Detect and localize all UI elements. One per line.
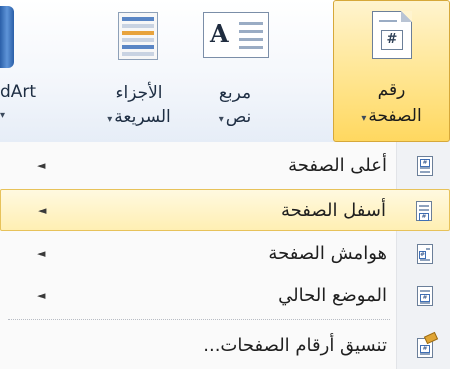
menu-item-bottom-of-page[interactable]: # أسفل الصفحة ◄: [0, 189, 450, 231]
quick-parts-label-text: السريعة: [114, 107, 171, 127]
menu-separator: [8, 319, 390, 320]
quick-parts-label-line1: الأجزاء: [115, 83, 163, 103]
menu-item-current-position[interactable]: # الموضع الحالي ◄: [0, 275, 450, 317]
page-bottom-icon: #: [412, 199, 436, 223]
menu-item-label: أسفل الصفحة: [280, 200, 386, 221]
quick-parts-icon: [118, 12, 158, 60]
page-number-label-text: الصفحة: [368, 106, 422, 126]
chevron-down-icon: ▾: [0, 110, 6, 121]
submenu-arrow-icon: ◄: [38, 204, 47, 217]
text-box-label-line2: نص▾: [193, 106, 277, 131]
menu-item-page-margins[interactable]: # هوامش الصفحة ◄: [0, 233, 450, 275]
page-number-icon-hash: #: [381, 30, 403, 50]
quick-parts-button[interactable]: الأجزاء السريعة▾: [88, 0, 190, 142]
page-number-menu: # أعلى الصفحة ◄ # أسفل الصفحة ◄ # هوامش …: [0, 142, 450, 369]
text-box-label-text: نص: [225, 107, 252, 127]
page-number-label-line1: رقم: [377, 80, 406, 100]
chevron-down-icon: ▾: [361, 113, 367, 124]
menu-item-label: الموضع الحالي: [278, 285, 387, 306]
quick-parts-label-line2: السريعة▾: [88, 106, 190, 131]
menu-item-label: أعلى الصفحة: [288, 155, 387, 176]
page-top-icon: #: [413, 154, 437, 178]
submenu-arrow-icon: ◄: [37, 289, 46, 302]
page-number-icon: #: [372, 11, 412, 59]
menu-item-label: هوامش الصفحة: [268, 243, 387, 264]
menu-item-format-page-numbers[interactable]: # تنسيق أرقام الصفحات...: [0, 325, 450, 367]
chevron-down-icon: ▾: [218, 114, 224, 125]
submenu-arrow-icon: ◄: [37, 159, 46, 172]
chevron-down-icon: ▾: [107, 114, 113, 125]
text-box-button[interactable]: A مربع نص▾: [193, 0, 277, 142]
text-box-icon-letter: A: [210, 19, 229, 48]
submenu-arrow-icon: ◄: [37, 247, 46, 260]
text-box-label-line1: مربع: [218, 83, 252, 103]
menu-item-top-of-page[interactable]: # أعلى الصفحة ◄: [0, 145, 450, 187]
current-position-icon: #: [413, 284, 437, 308]
page-margins-icon: #: [413, 242, 437, 266]
menu-item-label: تنسيق أرقام الصفحات...: [203, 335, 387, 356]
text-box-icon: A: [203, 12, 269, 58]
format-page-numbers-icon: #: [413, 331, 439, 358]
wordart-button[interactable]: dArt ▾: [0, 0, 85, 142]
wordart-icon: [0, 6, 14, 68]
page-number-label-line2: الصفحة▾: [334, 105, 449, 130]
page-number-button[interactable]: # رقم الصفحة▾: [333, 0, 450, 142]
ribbon-header-footer-group: dArt ▾ الأجزاء السريعة▾ A مربع نص▾ # رقم…: [0, 0, 450, 143]
wordart-label: dArt: [0, 82, 37, 102]
